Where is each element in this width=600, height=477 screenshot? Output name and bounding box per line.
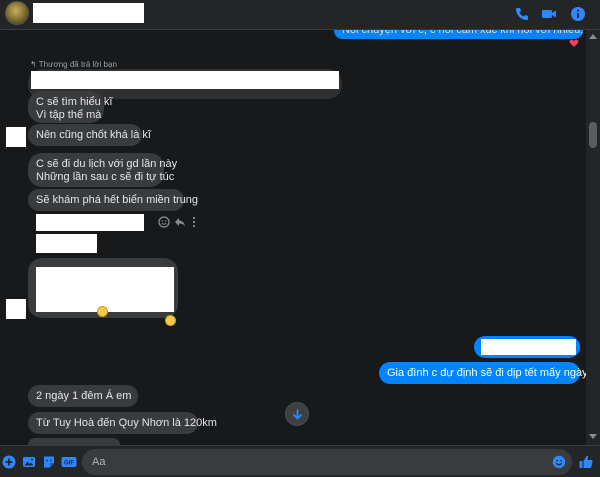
redacted-message [36,234,97,253]
message-text-line: Vì tập thể mà [36,109,102,121]
reply-label-text: Thương đã trả lời bạn [38,60,117,69]
incoming-message[interactable]: 2 ngày 1 đêm Á em [28,385,138,407]
incoming-message[interactable]: C sẽ tìm hiểu kĩ Vì tập thể mà [28,91,113,123]
scroll-down-arrow-icon[interactable] [589,434,597,439]
like-icon[interactable] [578,454,594,470]
reply-label: ↰ Thương đã trả lời bạn [30,60,117,69]
scroll-to-bottom-button[interactable] [285,402,309,426]
redacted-message [36,214,144,231]
reply-arrow-icon: ↰ [30,60,37,69]
scrollbar[interactable] [586,30,600,445]
more-options-icon[interactable] [190,216,198,228]
info-icon[interactable] [570,6,586,22]
image-icon[interactable] [22,455,36,469]
incoming-message[interactable]: C sẽ đi du lịch với gd lần này Những lần… [28,153,178,187]
outgoing-message[interactable]: Gia đình c dự định sẽ đi dịp tết mấy ngà… [379,362,586,384]
composer-bar: GIF [0,445,600,477]
outgoing-message-partial[interactable]: Nói chuyện với c, c nói cảm xúc khi nói … [334,30,583,39]
incoming-message[interactable]: Nên cũng chốt khá là kĩ [28,124,151,146]
redacted-contact-name [33,3,144,23]
redacted-message [36,267,174,312]
emoji-icon[interactable] [552,455,566,469]
redacted-message [481,339,576,355]
message-list[interactable]: Nói chuyện với c, c nói cảm xúc khi nói … [0,30,586,445]
scrollbar-thumb[interactable] [589,122,597,148]
message-input[interactable] [82,449,572,475]
redacted-avatar [6,127,26,147]
svg-text:GIF: GIF [64,461,74,467]
message-text-line: Những lần sau c sẽ đi tự túc [36,171,175,183]
redacted-avatar [6,299,26,319]
scroll-up-arrow-icon[interactable] [589,34,597,39]
redacted-quoted-text [31,71,339,89]
incoming-message[interactable]: Sẽ khám phá hết biển miền trung [28,189,198,211]
heart-reaction-icon [569,39,579,47]
arrow-down-icon [293,409,302,420]
reply-icon[interactable] [174,216,186,228]
video-call-icon[interactable] [541,6,557,22]
incoming-message[interactable]: Từ Tuy Hoà đến Quy Nhơn là 120km [28,412,217,434]
plus-icon[interactable] [2,455,16,469]
sticker-icon[interactable] [42,455,56,469]
react-emoji-icon[interactable] [158,216,170,228]
reaction-emoji-icon [165,315,176,326]
chat-header [0,0,600,30]
phone-icon[interactable] [514,6,530,22]
incoming-message-partial[interactable] [28,438,120,445]
emoji-icon [97,306,108,317]
message-text-line: C sẽ tìm hiểu kĩ [36,96,113,108]
message-text-line: C sẽ đi du lịch với gd lần này [36,158,178,170]
avatar[interactable] [5,1,29,25]
gif-icon[interactable]: GIF [61,455,77,469]
